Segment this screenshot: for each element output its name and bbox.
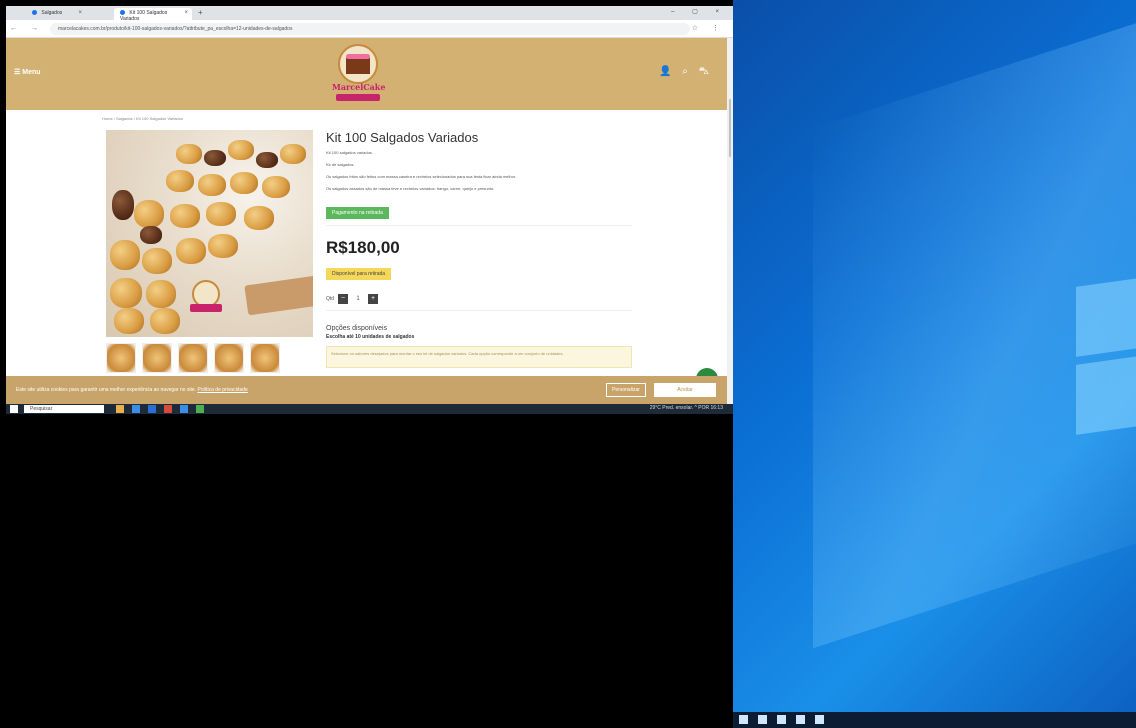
availability-badge: Disponível para retirada (326, 268, 392, 280)
desc-line: Os salgados assados são de massa leve e … (326, 186, 495, 191)
search-icon[interactable]: ⌕ (682, 66, 692, 77)
start-icon[interactable] (739, 715, 748, 724)
user-icon[interactable]: 👤 (659, 66, 675, 77)
app-icon[interactable] (164, 405, 172, 413)
cart-icon[interactable]: ⛍ (699, 66, 713, 77)
product-title: Kit 100 Salgados Variados (326, 130, 479, 145)
browser-icon[interactable] (796, 715, 805, 724)
windows-logo-icon (1076, 277, 1136, 435)
url-input[interactable]: marcelacakes.com.br/produto/kit-100-salg… (50, 23, 690, 35)
app-icon[interactable] (196, 405, 204, 413)
taskbar: Pesquisar 29°C Pred. ensolar. ^ POR 16:1… (6, 404, 733, 414)
desc-line: Os salgados fritos são feitos com massa … (326, 174, 517, 179)
app-icon[interactable] (180, 405, 188, 413)
options-note: Selecione os sabores desejados para mont… (326, 346, 632, 368)
app-icon[interactable] (116, 405, 124, 413)
breadcrumb[interactable]: Home / Salgados / Kit 100 Salgados Varia… (102, 116, 183, 121)
qty-minus-button[interactable]: − (338, 294, 349, 304)
empty-screen-area (0, 414, 733, 728)
menu-button[interactable]: ☰ Menu (14, 68, 41, 76)
tab-salgados[interactable]: Salgados × (26, 8, 86, 20)
new-tab-button[interactable]: + (198, 8, 203, 17)
desc-line: Kit 100 salgados variados. (326, 150, 373, 155)
site-logo[interactable]: MarcelCake (332, 44, 386, 104)
cookie-text: Este site utiliza cookies para garantir … (16, 387, 248, 393)
cookie-settings-button[interactable]: Personalizar (606, 383, 646, 397)
product-price: R$180,00 (326, 238, 400, 257)
desktop-wallpaper (733, 0, 1136, 728)
qty-label: Qtd (326, 296, 335, 302)
thumbnail[interactable] (250, 343, 280, 373)
product-main-image[interactable] (106, 130, 313, 337)
start-button[interactable] (10, 405, 18, 413)
desc-line: Kit de salgados. (326, 162, 355, 167)
app-icon[interactable] (132, 405, 140, 413)
tab-bar: Salgados × Kit 100 Salgados Variados × +… (6, 6, 733, 22)
task-view-icon[interactable] (777, 715, 786, 724)
payment-badge: Pagamento na retirada (326, 207, 389, 219)
favicon-icon (32, 10, 37, 16)
address-bar: ← → ↻ marcelacakes.com.br/produto/kit-10… (6, 20, 733, 38)
browser-menu-icon[interactable]: ☆ ⋮ (692, 24, 725, 32)
thumbnail[interactable] (214, 343, 244, 373)
app-icon[interactable] (148, 405, 156, 413)
logo-text: MarcelCake (332, 82, 386, 92)
product-info: Kit 100 Salgados Variados Kit 100 salgad… (326, 130, 632, 368)
qty-plus-button[interactable]: + (368, 294, 379, 304)
header-icons[interactable]: 👤 ⌕ ⛍ (659, 66, 713, 79)
screen: Salgados × Kit 100 Salgados Variados × +… (0, 0, 1136, 728)
tab-kit-100[interactable]: Kit 100 Salgados Variados × (114, 8, 192, 22)
product-description: Kit 100 salgados variados. Kit de salgad… (326, 151, 632, 191)
cookie-banner: Este site utiliza cookies para garantir … (6, 376, 727, 404)
thumbnail-list (106, 343, 280, 373)
browser-window: Salgados × Kit 100 Salgados Variados × +… (6, 6, 733, 404)
close-icon[interactable]: × (78, 10, 82, 16)
search-icon[interactable] (758, 715, 767, 724)
window-controls[interactable]: – ▢ × (671, 8, 727, 15)
folder-icon[interactable] (815, 715, 824, 724)
favicon-icon (120, 10, 125, 16)
taskbar-apps (116, 405, 204, 413)
options-title: Opções disponíveis (326, 325, 388, 332)
taskbar-search-input[interactable]: Pesquisar (24, 405, 104, 413)
thumbnail[interactable] (106, 343, 136, 373)
thumbnail[interactable] (178, 343, 208, 373)
site-header: ☰ Menu MarcelCake 👤 ⌕ ⛍ (6, 38, 727, 110)
watermark-logo (190, 280, 222, 316)
qty-input[interactable]: 1 (352, 294, 364, 304)
web-page: ☰ Menu MarcelCake 👤 ⌕ ⛍ Home / Salgados … (6, 38, 727, 404)
close-icon[interactable]: × (184, 10, 188, 16)
page-scrollbar[interactable] (727, 38, 733, 404)
taskbar-secondary (733, 712, 1136, 728)
options-subtitle: Escolha até 10 unidades de salgados (326, 334, 415, 340)
quantity-stepper: Qtd − 1 + (326, 294, 632, 304)
privacy-link[interactable]: Política de privacidade (198, 387, 248, 393)
tab-label: Salgados (41, 10, 63, 16)
cookie-accept-button[interactable]: Aceitar (654, 383, 716, 397)
thumbnail[interactable] (142, 343, 172, 373)
system-tray[interactable]: 29°C Pred. ensolar. ^ POR 16:13 (650, 405, 723, 411)
